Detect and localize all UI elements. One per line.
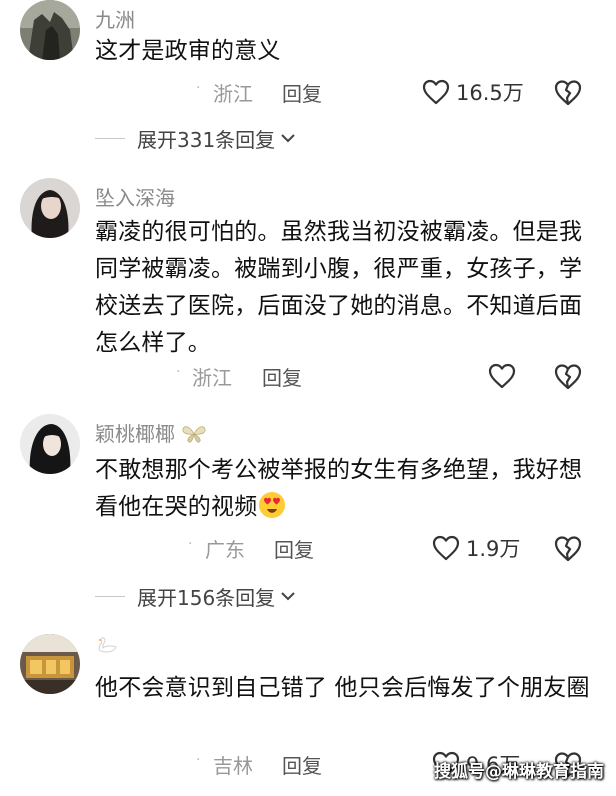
expand-replies-label: 展开331条回复 bbox=[137, 127, 276, 152]
swan-icon bbox=[98, 637, 117, 653]
broken-heart-icon[interactable] bbox=[553, 77, 583, 107]
separator-dot: · bbox=[176, 364, 181, 380]
like-count: 16.5万 bbox=[456, 81, 524, 105]
reply-button[interactable]: 回复 bbox=[282, 750, 322, 779]
comment-text: 他不会意识到自己错了 他只会后悔发了个朋友圈 bbox=[95, 675, 590, 701]
expand-replies-button[interactable]: 展开331条回复 bbox=[95, 122, 297, 154]
username[interactable] bbox=[95, 636, 119, 661]
heart-outline-icon bbox=[422, 79, 450, 105]
expand-replies-label: 展开156条回复 bbox=[137, 585, 276, 610]
comment-meta: · 浙江 回复 bbox=[0, 356, 616, 396]
expand-replies-button[interactable]: 展开156条回复 bbox=[95, 580, 297, 612]
comment-text: 不敢想那个考公被举报的女生有多绝望，我好想看他在哭的视频 bbox=[95, 452, 600, 526]
broken-heart-icon[interactable] bbox=[553, 533, 583, 563]
location: 吉林 bbox=[213, 754, 253, 778]
separator-dot: · bbox=[196, 80, 201, 96]
comment-text-body: 不敢想那个考公被举报的女生有多绝望，我好想看他在哭的视频 bbox=[95, 457, 583, 520]
heart-eyes-emoji-icon bbox=[259, 492, 286, 518]
separator-dot: · bbox=[188, 536, 193, 552]
heart-outline-icon bbox=[432, 535, 460, 561]
butterfly-icon bbox=[182, 426, 206, 443]
chevron-down-icon bbox=[281, 134, 295, 143]
username[interactable]: 颖桃椰椰 bbox=[95, 418, 207, 447]
like-button[interactable] bbox=[488, 358, 522, 394]
username[interactable]: 坠入深海 bbox=[95, 182, 175, 211]
reply-button[interactable]: 回复 bbox=[274, 534, 314, 563]
comment-text: 霸凌的很可怕的。虽然我当初没被霸凌。但是我同学被霸凌。被踹到小腹，很严重，女孩子… bbox=[95, 219, 583, 356]
comment-meta: · 广东 回复 1.9万 bbox=[0, 528, 616, 568]
divider-line bbox=[95, 595, 125, 597]
comment-item: 坠入深海 霸凌的很可怕的。虽然我当初没被霸凌。但是我同学被霸凌。被踹到小腹，很严… bbox=[0, 178, 616, 398]
like-count: 1.9万 bbox=[466, 537, 521, 561]
divider-line bbox=[95, 137, 125, 139]
comment-item: 九洲 这才是政审的意义 · 浙江 回复 16.5万 展开331条回复 bbox=[0, 0, 616, 160]
location: 广东 bbox=[205, 538, 245, 562]
location: 浙江 bbox=[192, 366, 232, 390]
reply-button[interactable]: 回复 bbox=[282, 78, 322, 107]
like-button[interactable]: 16.5万 bbox=[422, 74, 524, 110]
avatar[interactable] bbox=[20, 0, 80, 60]
avatar[interactable] bbox=[20, 634, 80, 694]
chevron-down-icon bbox=[281, 592, 295, 601]
username-label: 颖桃椰椰 bbox=[95, 422, 175, 446]
separator-dot: · bbox=[196, 752, 201, 768]
avatar[interactable] bbox=[20, 178, 80, 238]
heart-outline-icon bbox=[488, 363, 516, 389]
broken-heart-icon[interactable] bbox=[553, 361, 583, 391]
location: 浙江 bbox=[213, 82, 253, 106]
comment-text: 这才是政审的意义 bbox=[95, 38, 281, 64]
reply-button[interactable]: 回复 bbox=[262, 362, 302, 391]
avatar[interactable] bbox=[20, 414, 80, 474]
username[interactable]: 九洲 bbox=[95, 4, 135, 33]
like-button[interactable]: 1.9万 bbox=[432, 530, 520, 566]
comment-meta: · 浙江 回复 16.5万 bbox=[0, 72, 616, 112]
watermark: 搜狐号@琳琳教育指南 bbox=[434, 762, 604, 782]
comment-item: 颖桃椰椰 不敢想那个考公被举报的女生有多绝望，我好想看他在哭的视频 · 广东 回… bbox=[0, 414, 616, 614]
